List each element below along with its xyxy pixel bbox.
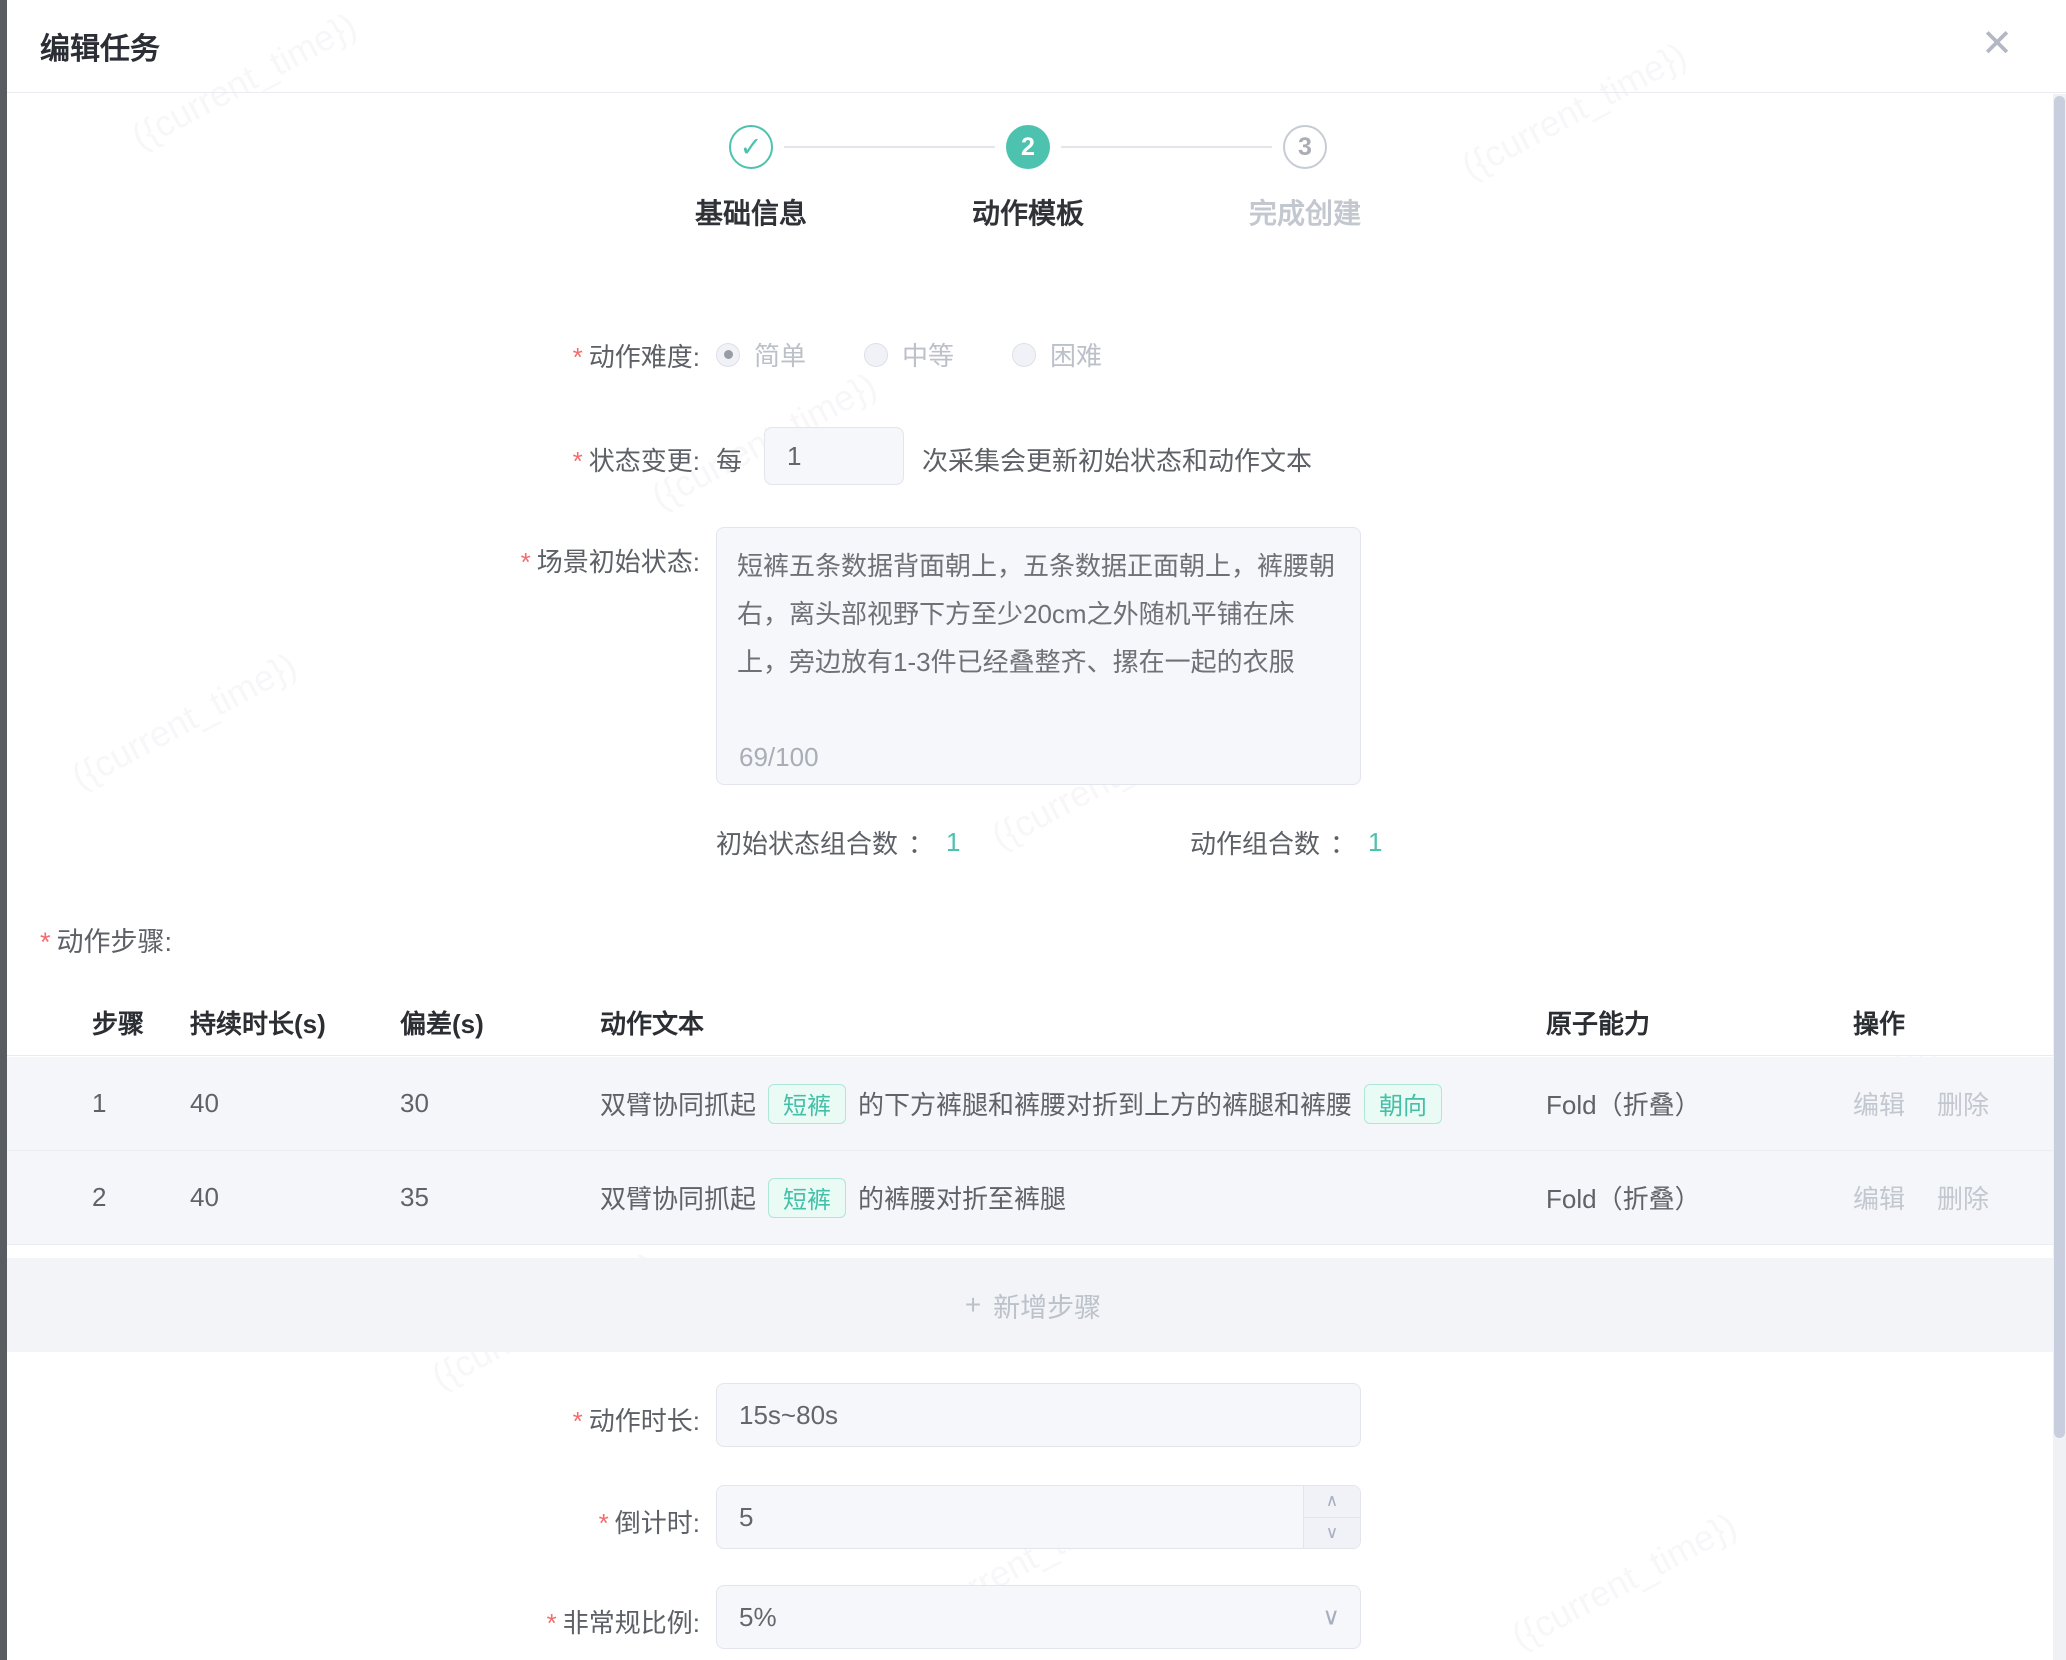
difficulty-radio-group: 简单 中等 困难 — [716, 336, 1160, 373]
action-combo-value: 1 — [1368, 827, 1382, 858]
cell-actions: 编辑 删除 — [1853, 1151, 2021, 1244]
stepper-up-button[interactable]: ∧ — [1304, 1486, 1360, 1518]
cell-step: 2 — [92, 1151, 106, 1244]
required-asterisk: * — [599, 1508, 609, 1538]
col-step: 步骤 — [92, 990, 144, 1055]
watermark: ({current_time}) — [65, 644, 304, 798]
radio-circle — [864, 343, 888, 367]
radio-medium-label: 中等 — [902, 336, 954, 373]
cell-action-text: 双臂协同抓起 短裤 的裤腰对折至裤腿 — [600, 1151, 1066, 1244]
step-2-label: 动作模板 — [908, 192, 1148, 232]
table-row: 1 40 30 双臂协同抓起 短裤 的下方裤腿和裤腰对折到上方的裤腿和裤腰 朝向… — [0, 1057, 2066, 1151]
action-steps-label: *动作步骤: — [40, 920, 172, 959]
direction-tag: 朝向 — [1364, 1084, 1442, 1124]
step-connector — [784, 146, 995, 148]
unusual-ratio-select[interactable]: 5% ∨ — [716, 1585, 1361, 1649]
cell-action-text: 双臂协同抓起 短裤 的下方裤腿和裤腰对折到上方的裤腿和裤腰 朝向 — [600, 1057, 1454, 1150]
cell-deviation: 30 — [400, 1057, 429, 1150]
required-asterisk: * — [547, 1608, 557, 1638]
duration-label: *动作时长: — [280, 1401, 700, 1438]
required-asterisk: * — [40, 927, 51, 957]
initial-combo-value: 1 — [946, 827, 960, 858]
col-duration: 持续时长(s) — [190, 990, 326, 1055]
initial-state-text: 短裤五条数据背面朝上，五条数据正面朝上，裤腰朝右，离头部视野下方至少20cm之外… — [737, 551, 1335, 677]
col-deviation: 偏差(s) — [400, 990, 484, 1055]
delete-link[interactable]: 删除 — [1937, 1085, 1989, 1122]
edit-link[interactable]: 编辑 — [1853, 1179, 1905, 1216]
radio-easy-label: 简单 — [754, 336, 806, 373]
unusual-ratio-label: *非常规比例: — [280, 1603, 700, 1640]
radio-circle — [1012, 343, 1036, 367]
number-stepper: ∧ ∨ — [1303, 1486, 1360, 1548]
initial-combo-count: 初始状态组合数 ： 1 — [716, 824, 961, 861]
object-tag: 短裤 — [768, 1178, 846, 1218]
countdown-label: *倒计时: — [280, 1503, 700, 1540]
col-action-text: 动作文本 — [600, 990, 704, 1055]
col-ability: 原子能力 — [1546, 990, 1650, 1055]
edit-link[interactable]: 编辑 — [1853, 1085, 1905, 1122]
watermark: ({current_time}) — [125, 4, 364, 158]
step-1-circle: ✓ — [729, 125, 773, 169]
col-actions: 操作 — [1853, 990, 1905, 1055]
chevron-down-icon: ∨ — [1326, 1523, 1338, 1543]
duration-input[interactable]: 15s~80s — [716, 1383, 1361, 1447]
cell-deviation: 35 — [400, 1151, 429, 1244]
radio-circle-selected — [716, 343, 740, 367]
required-asterisk: * — [521, 547, 531, 577]
step-3-number: 3 — [1298, 133, 1312, 162]
dialog-title: 编辑任务 — [40, 24, 160, 68]
cell-duration: 40 — [190, 1057, 219, 1150]
action-combo-count: 动作组合数 ： 1 — [1190, 824, 1383, 861]
object-tag: 短裤 — [768, 1084, 846, 1124]
radio-easy[interactable]: 简单 — [716, 336, 806, 373]
step-3-circle: 3 — [1283, 125, 1327, 169]
step-1-label: 基础信息 — [631, 192, 871, 232]
scrollbar-thumb[interactable] — [2054, 96, 2065, 1438]
close-icon[interactable]: ✕ — [1972, 18, 2022, 68]
required-asterisk: * — [573, 1406, 583, 1436]
add-step-label: 新增步骤 — [993, 1286, 1101, 1325]
delete-link[interactable]: 删除 — [1937, 1179, 1989, 1216]
radio-medium[interactable]: 中等 — [864, 336, 954, 373]
cell-duration: 40 — [190, 1151, 219, 1244]
chevron-down-icon: ∨ — [1322, 1603, 1340, 1632]
watermark: ({current_time}) — [1505, 1504, 1744, 1658]
required-asterisk: * — [573, 446, 583, 476]
steps-table-header: 步骤 持续时长(s) 偏差(s) 动作文本 原子能力 操作 — [0, 990, 2066, 1056]
cell-actions: 编辑 删除 — [1853, 1057, 2021, 1150]
state-change-suffix: 次采集会更新初始状态和动作文本 — [922, 441, 1312, 478]
char-counter: 69/100 — [739, 744, 819, 770]
radio-hard-label: 困难 — [1050, 336, 1102, 373]
table-row: 2 40 35 双臂协同抓起 短裤 的裤腰对折至裤腿 Fold（折叠） 编辑 删… — [0, 1151, 2066, 1245]
state-change-input[interactable]: 1 — [764, 427, 904, 485]
step-2-circle: 2 — [1006, 125, 1050, 169]
state-change-prefix: 每 — [716, 441, 742, 478]
cell-ability: Fold（折叠） — [1546, 1057, 1701, 1150]
plus-icon: + — [965, 1289, 981, 1321]
step-3-label: 完成创建 — [1185, 192, 1425, 232]
radio-hard[interactable]: 困难 — [1012, 336, 1102, 373]
step-connector — [1061, 146, 1272, 148]
chevron-up-icon: ∧ — [1326, 1491, 1338, 1511]
page-left-edge — [0, 0, 7, 1660]
initial-state-textarea[interactable]: 短裤五条数据背面朝上，五条数据正面朝上，裤腰朝右，离头部视野下方至少20cm之外… — [716, 527, 1361, 785]
initial-state-label: *场景初始状态: — [280, 542, 700, 579]
step-2-number: 2 — [1021, 133, 1035, 162]
countdown-input[interactable]: 5 ∧ ∨ — [716, 1485, 1361, 1549]
add-step-button[interactable]: + 新增步骤 — [0, 1258, 2066, 1352]
difficulty-label: *动作难度: — [280, 337, 700, 374]
cell-step: 1 — [92, 1057, 106, 1150]
stepper-down-button[interactable]: ∨ — [1304, 1518, 1360, 1549]
state-change-label: *状态变更: — [280, 441, 700, 478]
cell-ability: Fold（折叠） — [1546, 1151, 1701, 1244]
edit-task-dialog: ({current_time}) ({current_time}) ({curr… — [0, 0, 2066, 1660]
required-asterisk: * — [573, 342, 583, 372]
check-icon: ✓ — [740, 132, 763, 163]
header-divider — [0, 92, 2066, 93]
watermark: ({current_time}) — [1455, 34, 1694, 188]
